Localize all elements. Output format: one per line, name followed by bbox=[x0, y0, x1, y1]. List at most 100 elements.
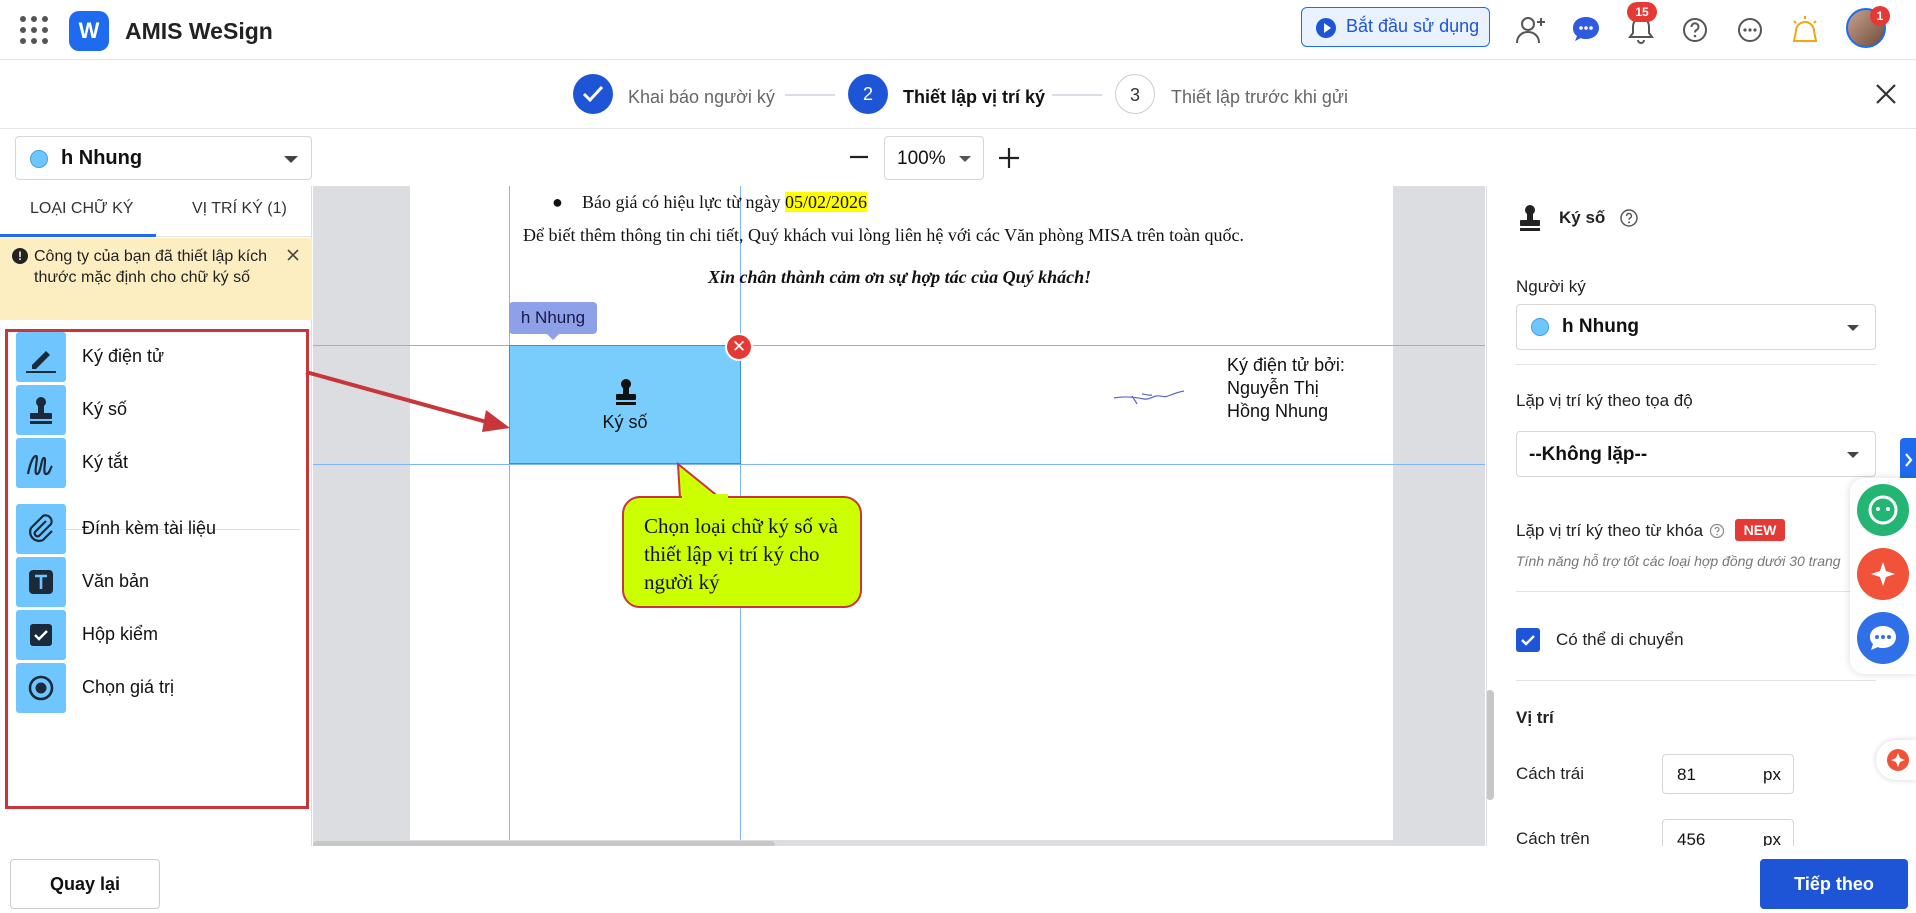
initials-icon bbox=[16, 438, 66, 488]
back-button[interactable]: Quay lại bbox=[10, 859, 160, 909]
help-icon[interactable] bbox=[1677, 12, 1713, 48]
next-button[interactable]: Tiếp theo bbox=[1760, 859, 1908, 909]
stepper: Khai báo người ký 2 Thiết lập vị trí ký … bbox=[0, 61, 1916, 129]
stamp-icon bbox=[1520, 205, 1540, 231]
type-label: Ký số bbox=[82, 399, 128, 419]
repeat-coord-value: --Không lặp-- bbox=[1529, 444, 1648, 465]
repeat-keyword-label: Lặp vị trí ký theo từ khóa bbox=[1516, 521, 1704, 540]
signer-label: Người ký bbox=[1516, 277, 1586, 296]
panel-title: Ký số bbox=[1559, 208, 1606, 227]
type-attachment[interactable]: Đính kèm tài liệu bbox=[16, 504, 296, 556]
chevron-down-icon bbox=[1847, 452, 1859, 458]
close-icon[interactable] bbox=[1873, 81, 1899, 107]
checkbox-icon bbox=[16, 610, 66, 660]
validity-prefix: Báo giá có hiệu lực từ ngày bbox=[582, 192, 785, 212]
step-1-label: Khai báo người ký bbox=[628, 87, 775, 107]
validity-date: 05/02/2026 bbox=[784, 192, 867, 212]
close-icon[interactable] bbox=[286, 248, 300, 262]
movable-checkbox[interactable] bbox=[1516, 628, 1540, 652]
signer-select[interactable]: h Nhung bbox=[15, 136, 312, 180]
notice-text: Công ty của bạn đã thiết lập kích thước … bbox=[34, 248, 268, 286]
callout-text: Chọn loại chữ ký số và thiết lập vị trí … bbox=[644, 514, 838, 594]
signer-dropdown[interactable]: h Nhung bbox=[1516, 304, 1876, 350]
app-logo: W bbox=[69, 11, 109, 51]
type-text[interactable]: Văn bản bbox=[16, 557, 296, 609]
idea-icon[interactable] bbox=[1787, 12, 1823, 48]
step-2-label: Thiết lập vị trí ký bbox=[903, 87, 1046, 107]
type-digital-signature[interactable]: Ký số bbox=[16, 385, 296, 437]
movable-label: Có thể di chuyển bbox=[1556, 630, 1684, 649]
add-user-icon[interactable] bbox=[1513, 12, 1549, 48]
left-offset-label: Cách trái bbox=[1516, 764, 1585, 783]
tab-signature-positions[interactable]: VỊ TRÍ KÝ (1) bbox=[192, 200, 287, 218]
signature-field-label: Ký số bbox=[602, 412, 648, 432]
properties-panel-body: Ký số Người ký h Nhung Lặp vị trí ký the… bbox=[1486, 186, 1886, 849]
step-3-number: 3 bbox=[1115, 74, 1155, 114]
bullet-dot: ● bbox=[552, 192, 563, 212]
step-1-done-indicator bbox=[573, 74, 613, 114]
radio-icon bbox=[16, 663, 66, 713]
step-3-label: Thiết lập trước khi gửi bbox=[1171, 87, 1348, 107]
signer-color-dot bbox=[30, 150, 48, 168]
signer-dropdown-value: h Nhung bbox=[1562, 316, 1640, 337]
repeat-coord-label: Lặp vị trí ký theo tọa độ bbox=[1516, 391, 1693, 410]
position-title: Vị trí bbox=[1516, 708, 1554, 727]
info-icon: ! bbox=[12, 248, 28, 264]
zoom-value: 100% bbox=[897, 148, 946, 169]
type-label: Chọn giá trị bbox=[82, 677, 175, 697]
keyword-note: Tính năng hỗ trợ tốt các loại hợp đồng d… bbox=[1516, 553, 1841, 569]
chat-bot-icon bbox=[1868, 495, 1898, 525]
more-icon[interactable] bbox=[1732, 12, 1768, 48]
left-offset-input[interactable]: 81 px bbox=[1662, 754, 1794, 794]
default-size-notice: ! Công ty của bạn đã thiết lập kích thướ… bbox=[0, 238, 312, 320]
type-label: Ký tắt bbox=[82, 452, 129, 472]
thanks-line: Xin chân thành cảm ơn sự hợp tác của Quý… bbox=[708, 267, 1092, 287]
message-icon bbox=[1870, 626, 1896, 650]
start-using-button[interactable]: Bắt đầu sử dụng bbox=[1301, 7, 1490, 47]
zoom-in-icon[interactable] bbox=[997, 146, 1021, 170]
stamp-icon bbox=[616, 379, 636, 405]
top-bar: W AMIS WeSign Bắt đầu sử dụng 15 1 bbox=[0, 0, 1916, 60]
support-chat-button[interactable] bbox=[1857, 484, 1909, 536]
type-checkbox[interactable]: Hộp kiểm bbox=[16, 610, 296, 662]
step-connector bbox=[785, 94, 835, 96]
help-icon[interactable] bbox=[1619, 208, 1639, 228]
divider bbox=[1516, 364, 1876, 365]
messages-button[interactable] bbox=[1857, 612, 1909, 664]
expand-panel-tab[interactable] bbox=[1900, 438, 1916, 482]
type-initials[interactable]: Ký tắt bbox=[16, 438, 296, 490]
repeat-coord-dropdown[interactable]: --Không lặp-- bbox=[1516, 431, 1876, 477]
callout-joint bbox=[682, 494, 728, 500]
left-offset-value: 81 bbox=[1677, 765, 1696, 784]
footer: Quay lại Tiếp theo bbox=[0, 846, 1916, 913]
zoom-out-icon[interactable] bbox=[848, 146, 870, 168]
type-label: Ký điện tử bbox=[82, 346, 165, 366]
type-electronic-signature[interactable]: Ký điện tử bbox=[16, 332, 296, 384]
type-label: Hộp kiểm bbox=[82, 624, 159, 644]
ai-mini-button[interactable] bbox=[1876, 740, 1916, 780]
unit-label: px bbox=[1763, 765, 1781, 784]
remove-signature-button[interactable]: ✕ bbox=[725, 333, 753, 361]
help-icon[interactable] bbox=[1709, 523, 1725, 539]
guide-line-bottom bbox=[313, 464, 1485, 465]
chevron-down-icon bbox=[284, 156, 298, 163]
divider bbox=[1516, 680, 1876, 681]
top-offset-input[interactable]: 456 px bbox=[1662, 819, 1794, 849]
stamp-icon bbox=[16, 385, 66, 435]
chevron-down-icon bbox=[959, 156, 971, 162]
floating-actions bbox=[1850, 478, 1916, 674]
apps-grid-icon[interactable] bbox=[20, 16, 48, 44]
type-select-value[interactable]: Chọn giá trị bbox=[16, 663, 296, 715]
digital-signature-field[interactable]: Ký số bbox=[509, 345, 741, 464]
chat-icon[interactable] bbox=[1568, 12, 1604, 48]
pen-sign-icon bbox=[16, 332, 66, 382]
tab-signature-types[interactable]: LOẠI CHỮ KÝ bbox=[30, 200, 133, 218]
start-using-label: Bắt đầu sử dụng bbox=[1346, 16, 1480, 36]
signature-types-list: Ký điện tử Ký số Ký tắt Đính kèm tài liệ… bbox=[5, 329, 309, 809]
signer-select-value: h Nhung bbox=[61, 147, 143, 169]
divider bbox=[1516, 591, 1876, 592]
app-title: AMIS WeSign bbox=[125, 18, 273, 44]
instruction-callout: Chọn loại chữ ký số và thiết lập vị trí … bbox=[622, 496, 862, 608]
zoom-select[interactable]: 100% bbox=[884, 136, 984, 180]
ai-assistant-button[interactable] bbox=[1857, 548, 1909, 600]
